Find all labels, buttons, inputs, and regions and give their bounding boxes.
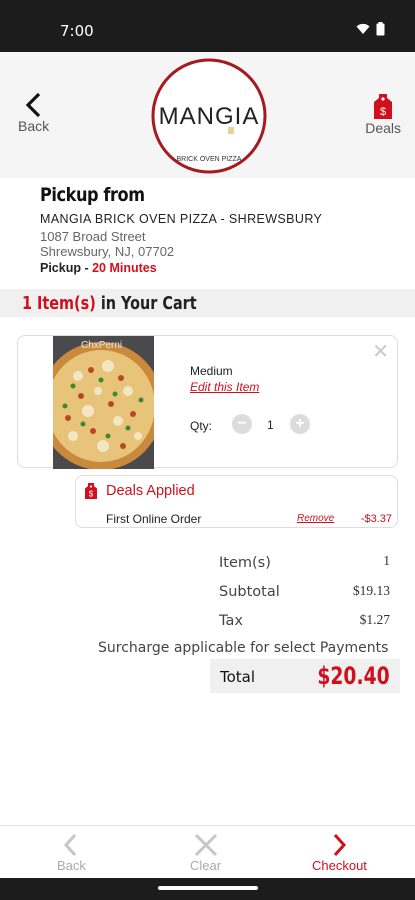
pickup-time: 20 Minutes	[92, 261, 157, 275]
deals-tag-icon: $	[85, 483, 97, 499]
nav-clear-label: Clear	[190, 858, 222, 873]
nav-checkout-button[interactable]: Checkout	[312, 832, 367, 873]
status-bar: 7:00	[0, 0, 415, 52]
pickup-title: Pickup from	[40, 184, 145, 206]
tax-value: $1.27	[359, 612, 390, 627]
remove-item-close-icon[interactable]: ✕	[372, 339, 389, 364]
deal-amount: -$3.37	[360, 513, 392, 525]
svg-text:$: $	[380, 106, 386, 118]
pizza-image-caption: ChxPerni	[81, 340, 122, 351]
nav-back-label: Back	[57, 858, 86, 873]
subtotal-label: Subtotal	[219, 584, 280, 600]
store-address-line1: 1087 Broad Street	[40, 229, 146, 244]
deal-remove-link[interactable]: Remove	[297, 513, 334, 524]
header-back-label: Back	[18, 118, 50, 134]
total-bar: Total $20.40	[210, 659, 400, 693]
items-count-value: 1	[383, 553, 390, 568]
pickup-time-line: Pickup - 20 Minutes	[40, 261, 400, 275]
deals-applied-card: $ Deals Applied First Online Order Remov…	[75, 475, 398, 528]
surcharge-note: Surcharge applicable for select Payments	[98, 640, 389, 656]
total-label: Total	[220, 668, 256, 686]
deals-tag-icon: $	[374, 94, 393, 119]
qty-increase-button[interactable]: +	[290, 414, 310, 434]
chevron-right-icon	[334, 833, 347, 857]
qty-decrease-button[interactable]: −	[232, 414, 252, 434]
pizza-image: ChxPerni	[53, 336, 154, 469]
svg-text:$: $	[89, 490, 94, 499]
cart-item-card: ChxPerni ✕ Medium Edit this Item Qty: − …	[17, 335, 398, 469]
pickup-label: Pickup -	[40, 261, 89, 275]
total-value: $20.40	[317, 662, 390, 690]
tax-label: Tax	[219, 613, 243, 629]
header-back-button[interactable]: Back	[18, 92, 49, 134]
deals-applied-title: Deals Applied	[106, 483, 195, 499]
nav-back-button[interactable]: Back	[57, 832, 86, 873]
qty-value: 1	[267, 418, 274, 432]
items-count-label: Item(s)	[219, 555, 271, 571]
cart-count-suffix: in Your Cart	[100, 292, 197, 314]
home-indicator[interactable]	[158, 886, 258, 890]
gesture-bar	[0, 878, 415, 900]
cart-item-count: 1 Item(s)	[22, 292, 96, 314]
chevron-left-icon	[64, 833, 77, 857]
nav-clear-button[interactable]: Clear	[190, 832, 221, 873]
header-deals-button[interactable]: $ Deals	[365, 92, 401, 136]
subtotal-value: $19.13	[352, 583, 390, 598]
nav-checkout-label: Checkout	[312, 858, 367, 873]
store-name: MANGIA BRICK OVEN PIZZA - SHREWSBURY	[40, 212, 323, 226]
item-size: Medium	[190, 364, 233, 378]
clear-x-icon	[194, 833, 217, 857]
cart-count-bar: 1 Item(s) in Your Cart	[0, 289, 415, 317]
app-header: Back MANGIA BRICK OVEN PIZZA $ Deals	[0, 52, 415, 178]
deal-name: First Online Order	[106, 512, 202, 526]
header-deals-label: Deals	[365, 120, 401, 136]
bottom-nav: Back Clear Checkout	[0, 825, 415, 878]
pickup-section: Pickup from MANGIA BRICK OVEN PIZZA - SH…	[40, 184, 400, 275]
qty-label: Qty:	[190, 419, 213, 433]
logo-text: MANGIA	[159, 103, 260, 130]
logo-subtext: BRICK OVEN PIZZA	[177, 156, 242, 163]
battery-icon	[376, 22, 385, 36]
status-icons	[356, 22, 385, 36]
edit-item-link[interactable]: Edit this Item	[190, 380, 259, 394]
mangia-logo: MANGIA BRICK OVEN PIZZA	[151, 58, 267, 174]
store-address-line2: Shrewsbury, NJ, 07702	[40, 244, 175, 259]
wifi-icon	[356, 23, 370, 34]
chevron-left-icon	[25, 92, 40, 118]
status-time: 7:00	[60, 22, 94, 40]
